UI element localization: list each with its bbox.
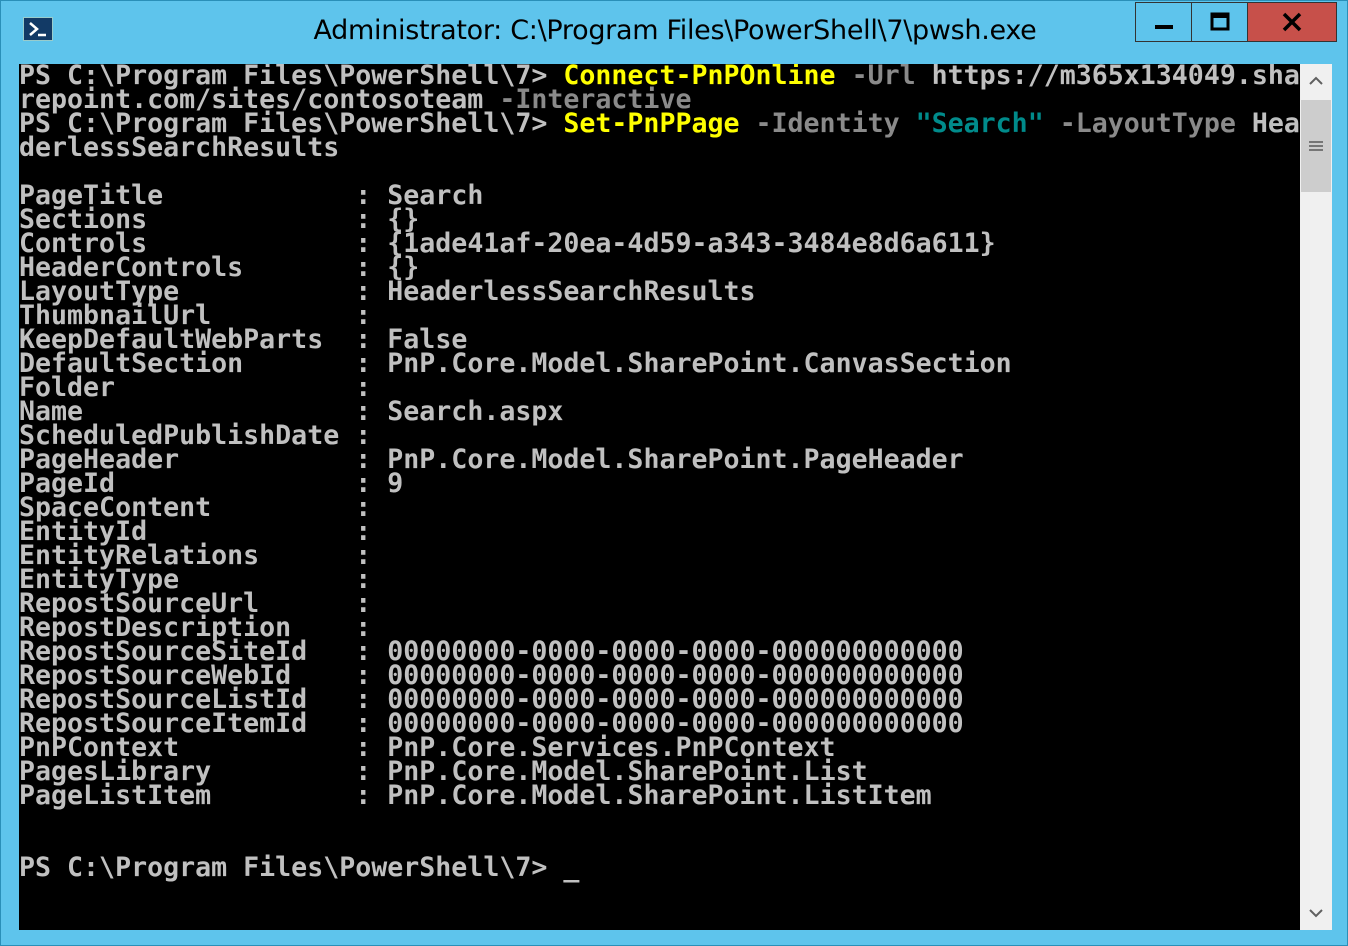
property-value: HeaderlessSearchResults [387, 276, 756, 307]
property-value: 9 [387, 468, 404, 499]
chevron-down-icon [1309, 909, 1323, 918]
scroll-up-button[interactable] [1300, 64, 1332, 98]
minimize-button[interactable] [1135, 2, 1191, 42]
property-value: PnP.Core.Model.SharePoint.PageHeader [387, 444, 964, 475]
argument: derlessSearchResults [19, 132, 340, 163]
property-padding [211, 780, 355, 811]
property-name: PageListItem [19, 780, 212, 811]
property-value: PnP.Core.Model.SharePoint.CanvasSection [387, 348, 1012, 379]
command-line-2-wrap: derlessSearchResults [19, 134, 339, 161]
string-argument: "Search" [899, 108, 1044, 139]
title-bar[interactable]: Administrator: C:\Program Files\PowerShe… [1, 1, 1347, 63]
chevron-up-icon [1309, 76, 1323, 85]
parameter: -LayoutType [1043, 108, 1236, 139]
console-output[interactable]: PS C:\Program Files\PowerShell\7> Connec… [19, 64, 1300, 930]
close-button[interactable] [1247, 2, 1337, 42]
text-cursor: _ [563, 852, 580, 883]
property-value: PnP.Core.Model.SharePoint.ListItem [387, 780, 932, 811]
parameter: -Identity [739, 108, 900, 139]
maximize-icon [1210, 12, 1229, 31]
maximize-button[interactable] [1191, 2, 1247, 42]
final-prompt-line[interactable]: PS C:\Program Files\PowerShell\7> _ [19, 854, 579, 881]
prompt: PS C:\Program Files\PowerShell\7> [19, 852, 564, 883]
argument: Hea [1235, 108, 1300, 139]
property-separator: : [355, 780, 372, 811]
property-value: Search.aspx [387, 396, 564, 427]
close-icon [1282, 12, 1302, 32]
command: Set-PnPPage [563, 108, 740, 139]
argument: https://m365x134049.sha [915, 64, 1300, 91]
scroll-down-button[interactable] [1300, 896, 1332, 930]
vertical-scrollbar[interactable] [1300, 64, 1332, 930]
property-row: PageListItem : PnP.Core.Model.SharePoint… [19, 782, 932, 809]
parameter: -Url [835, 64, 916, 91]
scroll-thumb[interactable] [1301, 100, 1331, 192]
minimize-icon [1154, 25, 1173, 29]
console-window: Administrator: C:\Program Files\PowerShe… [0, 0, 1348, 946]
property-gap [371, 780, 387, 811]
property-value: {1ade41af-20ea-4d59-a343-3484e8d6a611} [387, 228, 996, 259]
grip-icon [1309, 141, 1323, 151]
